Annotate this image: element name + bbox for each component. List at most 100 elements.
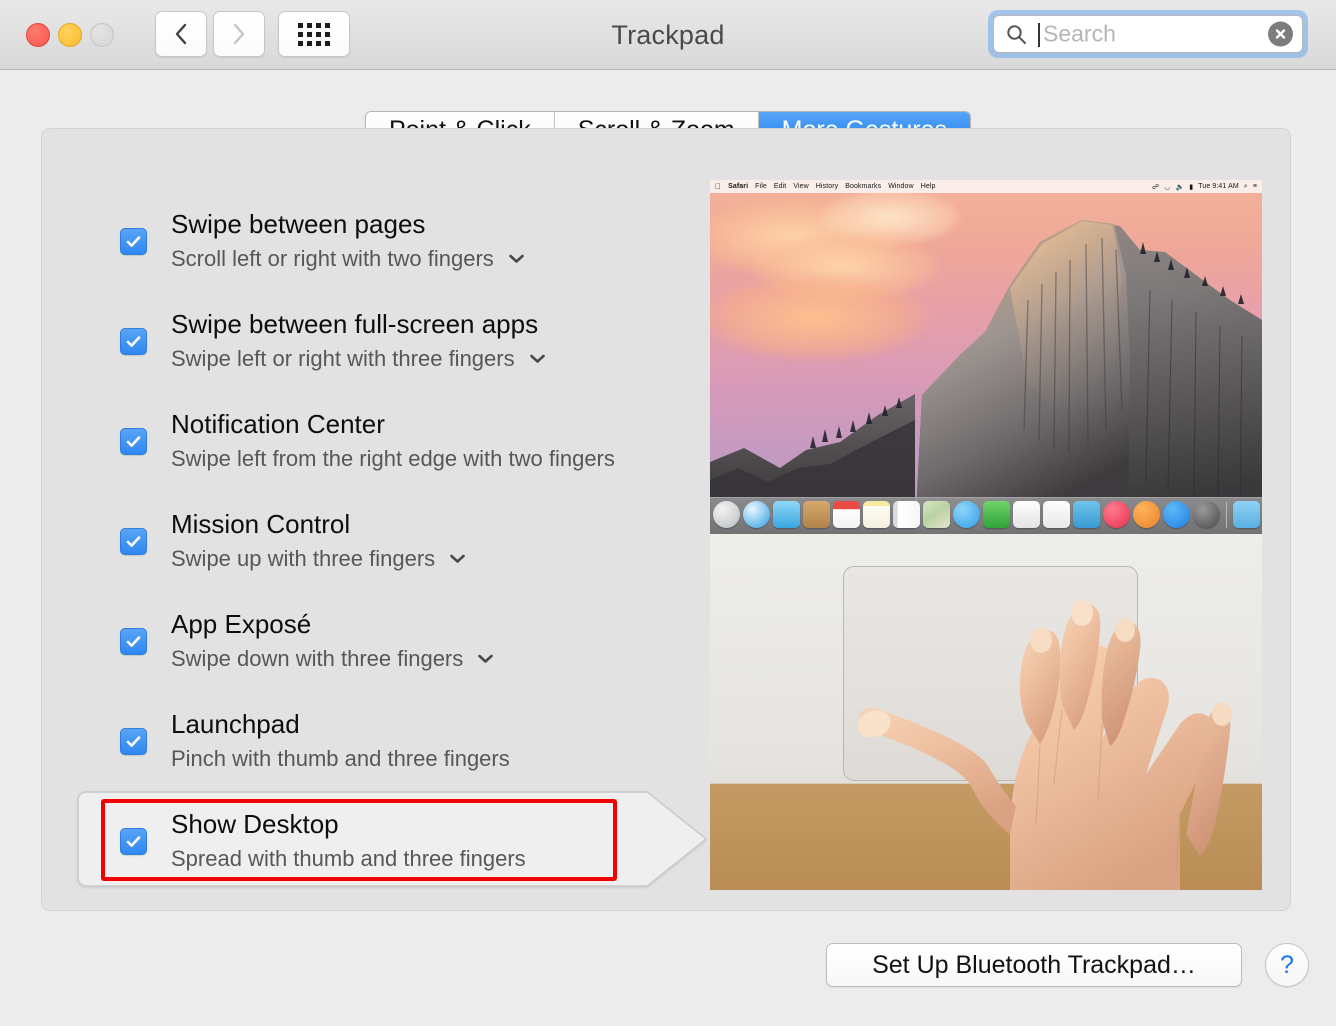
gesture-subtitle-row[interactable]: Swipe down with three fingers: [171, 644, 494, 674]
dock-icon-numbers: [1042, 501, 1070, 528]
gesture-subtitle-row[interactable]: Swipe left or right with three fingers: [171, 344, 546, 374]
clear-search-button[interactable]: [1268, 21, 1293, 47]
gesture-title: Mission Control: [171, 509, 351, 540]
gesture-subtitle-row[interactable]: Swipe up with three fingers: [171, 544, 466, 574]
gesture-row-mission-control[interactable]: Mission Control Swipe up with three fing…: [81, 491, 701, 591]
volume-icon: 🔈: [1175, 183, 1185, 191]
gesture-subtitle: Pinch with thumb and three fingers: [171, 745, 510, 771]
gesture-row-swipe-between-pages[interactable]: Swipe between pages Scroll left or right…: [81, 191, 701, 291]
dock-icon-pages: [1012, 501, 1040, 528]
spotlight-icon: ⌕: [1243, 182, 1248, 190]
dock-icon-notes: [862, 501, 890, 528]
chevron-down-icon[interactable]: [477, 653, 494, 664]
gesture-title: App Exposé: [171, 609, 312, 640]
gesture-title: Notification Center: [171, 409, 385, 440]
gesture-row-app-expose[interactable]: App Exposé Swipe down with three fingers: [81, 591, 701, 691]
gesture-subtitle: Swipe left or right with three fingers: [171, 345, 515, 371]
checkbox-show-desktop[interactable]: [120, 827, 147, 855]
hand-illustration: [710, 534, 1262, 890]
dock-icon-ibooks: [1132, 501, 1160, 528]
preview-menu-bar:  Safari File Edit View History Bookmark…: [710, 180, 1262, 193]
menu-item-bookmarks: Bookmarks: [839, 183, 881, 190]
dock-icon-keynote: [1072, 501, 1100, 528]
gesture-row-swipe-between-full-screen-apps[interactable]: Swipe between full-screen apps Swipe lef…: [81, 291, 701, 391]
checkbox-slot: [81, 527, 147, 555]
window-titlebar: Trackpad Search: [0, 0, 1336, 70]
checkbox-app-expose[interactable]: [120, 627, 147, 655]
apple-logo-icon: : [715, 182, 721, 191]
checkbox-slot: [81, 227, 147, 255]
gesture-subtitle: Swipe up with three fingers: [171, 545, 436, 571]
gesture-text: Swipe between full-screen apps Swipe lef…: [171, 308, 546, 373]
gesture-text: App Exposé Swipe down with three fingers: [171, 608, 494, 673]
gesture-title: Show Desktop: [171, 809, 339, 840]
checkbox-notification-center[interactable]: [120, 427, 147, 455]
gesture-title: Launchpad: [171, 709, 300, 740]
gesture-subtitle-row: Swipe left from the right edge with two …: [171, 444, 615, 474]
chevron-down-icon[interactable]: [529, 353, 546, 364]
chevron-down-icon[interactable]: [449, 553, 466, 564]
dock-icon-launchpad: [712, 501, 740, 528]
menu-item-edit: Edit: [767, 183, 786, 190]
checkmark-icon: [126, 335, 141, 347]
checkbox-slot: [81, 627, 147, 655]
menu-item-history: History: [809, 183, 838, 190]
preferences-panel: Swipe between pages Scroll left or right…: [41, 128, 1291, 911]
battery-icon: ▮: [1189, 183, 1194, 191]
gesture-row-launchpad[interactable]: Launchpad Pinch with thumb and three fin…: [81, 691, 701, 791]
gesture-subtitle: Scroll left or right with two fingers: [171, 245, 494, 271]
dock-icon-downloads: [1232, 501, 1260, 528]
set-up-bluetooth-trackpad-label: Set Up Bluetooth Trackpad…: [872, 950, 1196, 979]
gesture-subtitle-row[interactable]: Scroll left or right with two fingers: [171, 244, 525, 274]
checkbox-slot: [81, 727, 147, 755]
checkbox-mission-control[interactable]: [120, 527, 147, 555]
gesture-row-notification-center[interactable]: Notification Center Swipe left from the …: [81, 391, 701, 491]
menu-item-window: Window: [882, 183, 913, 190]
system-preferences-window: Trackpad Search Point & Cl: [0, 0, 1336, 1026]
menu-item-view: View: [787, 183, 808, 190]
checkbox-slot: [81, 427, 147, 455]
half-dome-wallpaper: [710, 180, 1262, 534]
notification-center-icon: ≡: [1252, 183, 1257, 190]
dock-icon-app-store: [1162, 501, 1190, 528]
chevron-down-icon[interactable]: [508, 253, 525, 264]
checkbox-slot: [81, 827, 147, 855]
gesture-row-show-desktop[interactable]: Show Desktop Spread with thumb and three…: [77, 791, 708, 891]
checkmark-icon: [126, 635, 141, 647]
dock-icon-calendar: [832, 501, 860, 528]
help-button[interactable]: ?: [1265, 943, 1309, 987]
bluetooth-icon: ☍: [1152, 183, 1160, 191]
gesture-subtitle: Spread with thumb and three fingers: [171, 845, 526, 871]
checkmark-icon: [126, 535, 141, 547]
gesture-list: Swipe between pages Scroll left or right…: [77, 191, 708, 891]
gesture-text: Notification Center Swipe left from the …: [171, 408, 615, 473]
dock-icon-reminders: [892, 501, 920, 528]
gesture-text: Show Desktop Spread with thumb and three…: [171, 808, 526, 873]
menu-item-file: File: [749, 183, 767, 190]
checkbox-slot: [81, 327, 147, 355]
preview-desktop:  Safari File Edit View History Bookmark…: [710, 180, 1262, 534]
gesture-subtitle: Swipe down with three fingers: [171, 645, 464, 671]
preview-trackpad-photo: [710, 534, 1262, 890]
dock-icon-maps: [922, 501, 950, 528]
gesture-subtitle-row: Pinch with thumb and three fingers: [171, 744, 510, 774]
checkbox-swipe-between-pages[interactable]: [120, 227, 147, 255]
dock-separator: [1225, 501, 1227, 528]
menu-item-safari: Safari: [722, 183, 748, 190]
preview-dock: [710, 497, 1262, 534]
gesture-title: Swipe between full-screen apps: [171, 309, 539, 340]
dock-icon-itunes: [1102, 501, 1130, 528]
gesture-text: Mission Control Swipe up with three fing…: [171, 508, 466, 573]
dock-icon-messages: [952, 501, 980, 528]
set-up-bluetooth-trackpad-button[interactable]: Set Up Bluetooth Trackpad…: [826, 943, 1242, 987]
checkbox-launchpad[interactable]: [120, 727, 147, 755]
gesture-preview-video[interactable]:  Safari File Edit View History Bookmark…: [710, 180, 1262, 890]
search-input[interactable]: Search: [993, 15, 1303, 53]
checkmark-icon: [126, 835, 141, 847]
dock-icon-safari: [742, 501, 770, 528]
gesture-subtitle-row: Spread with thumb and three fingers: [171, 844, 526, 874]
gesture-subtitle: Swipe left from the right edge with two …: [171, 445, 615, 471]
checkmark-icon: [126, 435, 141, 447]
checkbox-swipe-between-full-screen-apps[interactable]: [120, 327, 147, 355]
gesture-text: Launchpad Pinch with thumb and three fin…: [171, 708, 510, 773]
